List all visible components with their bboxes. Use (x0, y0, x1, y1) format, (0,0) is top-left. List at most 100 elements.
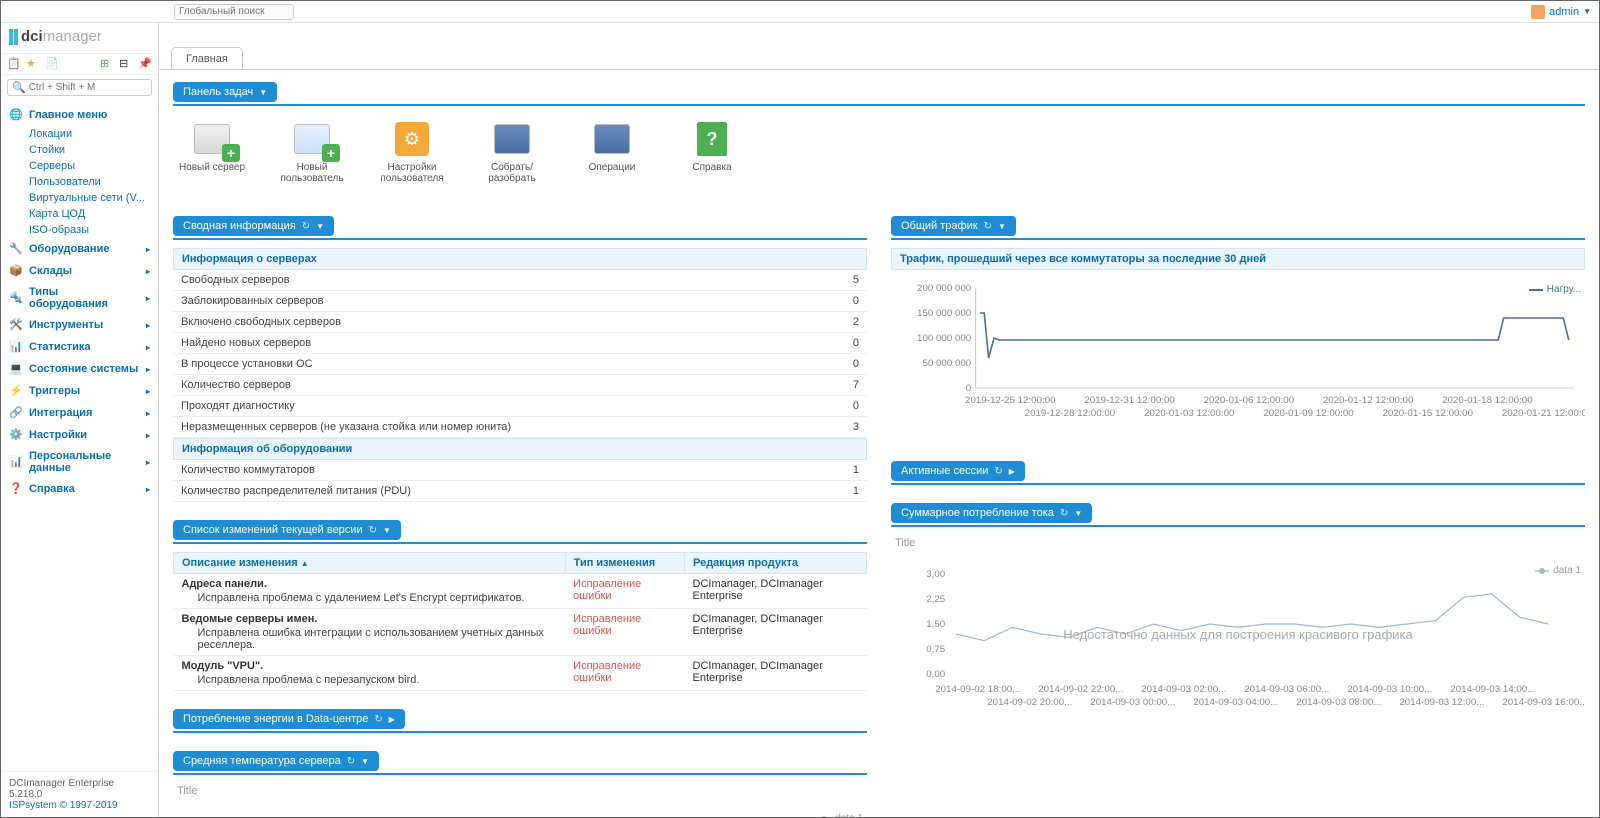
svg-text:2,25: 2,25 (926, 594, 945, 604)
sidebar-search[interactable]: 🔍 (7, 79, 152, 96)
refresh-icon[interactable]: ↻ (984, 221, 992, 232)
tab-main[interactable]: Главная (171, 47, 243, 70)
col-description[interactable]: Описание изменения ▲ (174, 553, 566, 574)
nav-item[interactable]: 📊Статистика▸ (1, 336, 158, 358)
task-icon[interactable]: Операции (577, 120, 647, 184)
svg-text:2020-01-03 12:00:00: 2020-01-03 12:00:00 (1144, 408, 1235, 418)
table-row[interactable]: Модуль "VPU".Исправлена проблема с перез… (174, 656, 867, 691)
nav-item[interactable]: 💻Состояние системы▸ (1, 358, 158, 380)
user-menu[interactable]: admin ▼ (1531, 5, 1591, 19)
refresh-icon[interactable]: ↻ (1060, 508, 1068, 519)
energy-panel-header[interactable]: Потребление энергии в Data-центре ↻ ▶ (173, 709, 405, 729)
chevron-right-icon: ▸ (146, 343, 150, 352)
chevron-right-icon: ▸ (146, 431, 150, 440)
refresh-icon[interactable]: ↻ (374, 714, 382, 725)
sidebar-search-input[interactable] (29, 82, 147, 93)
refresh-icon[interactable]: ↻ (302, 221, 310, 232)
clipboard-icon[interactable]: 📄 (45, 57, 59, 71)
nav-item[interactable]: 🔧Оборудование▸ (1, 238, 158, 260)
task-icon[interactable]: +Новый сервер (177, 120, 247, 184)
list-icon[interactable]: 📋 (7, 57, 21, 71)
svg-text:2014-09-03 00:00...: 2014-09-03 00:00... (1090, 697, 1175, 707)
sessions-panel-header[interactable]: Активные сессии ↻ ▶ (891, 461, 1025, 481)
svg-text:2014-09-03 14:00...: 2014-09-03 14:00... (1450, 684, 1535, 694)
global-search-input[interactable] (174, 4, 294, 20)
col-edition[interactable]: Редакция продукта (685, 553, 867, 574)
nav-icon: 💻 (9, 362, 23, 376)
info-row: Количество коммутаторов1 (173, 460, 867, 481)
chevron-right-icon: ▸ (146, 245, 150, 254)
chevron-right-icon: ▸ (146, 409, 150, 418)
task-icon[interactable]: ⚙Настройки пользователя (377, 120, 447, 184)
svg-text:2014-09-02 20:00...: 2014-09-02 20:00... (987, 697, 1072, 707)
nav-sub-item[interactable]: Стойки (1, 142, 158, 158)
summary-panel-header[interactable]: Сводная информация ↻ ▼ (173, 216, 334, 236)
chevron-right-icon: ▸ (146, 267, 150, 276)
nav-icon: 🔩 (9, 291, 23, 305)
svg-text:2014-09-03 12:00...: 2014-09-03 12:00... (1399, 697, 1484, 707)
logo: dcimanager (1, 23, 158, 53)
chevron-right-icon: ▸ (146, 458, 150, 467)
search-icon: 🔍 (12, 81, 26, 94)
svg-text:2019-12-31 12:00:00: 2019-12-31 12:00:00 (1084, 395, 1175, 405)
chevron-right-icon: ▸ (146, 365, 150, 374)
nav-sub-item[interactable]: ISO-образы (1, 222, 158, 238)
minus-icon[interactable]: ⊟ (119, 57, 133, 71)
nav-item[interactable]: ⚙️Настройки▸ (1, 424, 158, 446)
sidebar-footer: DCImanager Enterprise 5.218.0 ISPsystem … (1, 771, 158, 817)
nav-item[interactable]: 🔗Интеграция▸ (1, 402, 158, 424)
svg-text:2014-09-02 18:00...: 2014-09-02 18:00... (935, 684, 1020, 694)
caret-down-icon: ▼ (259, 88, 267, 97)
plus-icon[interactable]: ⊞ (100, 57, 114, 71)
nav-icon: ⚡ (9, 384, 23, 398)
caret-right-icon: ▶ (389, 715, 395, 724)
nav-item[interactable]: 🔩Типы оборудования▸ (1, 282, 158, 314)
refresh-icon[interactable]: ↻ (347, 756, 355, 767)
info-row: Проходят диагностику0 (173, 396, 867, 417)
avgtemp-panel-header[interactable]: Средняя температура сервера ↻ ▼ (173, 751, 379, 771)
caret-down-icon: ▼ (383, 526, 391, 535)
nav-item[interactable]: ⚡Триггеры▸ (1, 380, 158, 402)
col-type[interactable]: Тип изменения (565, 553, 684, 574)
sidebar-toolbar: 📋 ★ 📄 ⊞ ⊟ 📌 (1, 53, 158, 75)
nav-icon: 📊 (9, 455, 23, 469)
nav-sub-item[interactable]: Пользователи (1, 174, 158, 190)
nav: 🌐 Главное меню ЛокацииСтойкиСерверыПольз… (1, 100, 158, 771)
traffic-panel-header[interactable]: Общий трафик ↻ ▼ (891, 216, 1016, 236)
nav-item[interactable]: 📊Персональные данные▸ (1, 446, 158, 478)
nav-icon: 📊 (9, 340, 23, 354)
tasks-panel-header[interactable]: Панель задач▼ (173, 82, 277, 102)
caret-down-icon: ▼ (361, 757, 369, 766)
info-row: Найдено новых серверов0 (173, 333, 867, 354)
chevron-right-icon: ▸ (146, 485, 150, 494)
nav-sub-item[interactable]: Локации (1, 126, 158, 142)
changes-panel-header[interactable]: Список изменений текущей версии ↻ ▼ (173, 520, 401, 540)
table-row[interactable]: Адреса панели.Исправлена проблема с удал… (174, 574, 867, 609)
traffic-subtitle: Трафик, прошедший через все коммутаторы … (891, 248, 1585, 270)
star-icon[interactable]: ★ (26, 57, 40, 71)
caret-right-icon: ▶ (1009, 467, 1015, 476)
task-icon[interactable]: Собрать/ разобрать (477, 120, 547, 184)
nav-item[interactable]: 📦Склады▸ (1, 260, 158, 282)
power-panel-header[interactable]: Суммарное потребление тока ↻ ▼ (891, 503, 1092, 523)
svg-text:2014-09-02 22:00...: 2014-09-02 22:00... (1038, 684, 1123, 694)
info-row: Включено свободных серверов2 (173, 312, 867, 333)
nav-icon: 🛠️ (9, 318, 23, 332)
summary-header-equipment: Информация об оборудовании (173, 438, 867, 460)
nav-sub-item[interactable]: Серверы (1, 158, 158, 174)
refresh-icon[interactable]: ↻ (369, 525, 377, 536)
task-icons-row: +Новый сервер +Новый пользователь ⚙Настрой… (173, 114, 1585, 198)
pin-icon[interactable]: 📌 (138, 57, 152, 71)
nav-sub-item[interactable]: Карта ЦОД (1, 206, 158, 222)
svg-text:2020-01-21 12:00:00: 2020-01-21 12:00:00 (1502, 408, 1585, 418)
copyright-link[interactable]: ISPsystem © 1997-2019 (9, 800, 118, 811)
nav-main-menu[interactable]: 🌐 Главное меню (1, 104, 158, 126)
table-row[interactable]: Ведомые серверы имен.Исправлена ошибка и… (174, 609, 867, 656)
info-row: Неразмещенных серверов (не указана стойк… (173, 417, 867, 438)
task-icon[interactable]: ?Справка (677, 120, 747, 184)
refresh-icon[interactable]: ↻ (994, 466, 1002, 477)
task-icon[interactable]: +Новый пользователь (277, 120, 347, 184)
nav-sub-item[interactable]: Виртуальные сети (V... (1, 190, 158, 206)
nav-item[interactable]: ❓Справка▸ (1, 478, 158, 500)
nav-item[interactable]: 🛠️Инструменты▸ (1, 314, 158, 336)
